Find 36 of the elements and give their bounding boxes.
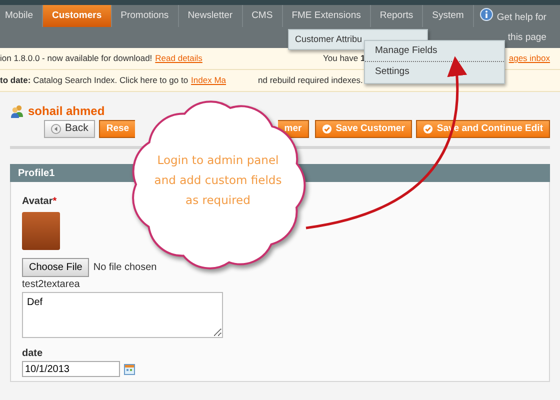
nav-tab[interactable]: System xyxy=(423,5,474,27)
users-icon xyxy=(10,104,24,118)
field-label: Avatar* xyxy=(22,195,57,209)
check-icon xyxy=(322,124,332,134)
help-icon[interactable] xyxy=(480,8,493,21)
text-area[interactable]: Def xyxy=(22,292,223,338)
nav-tab[interactable]: Promotions xyxy=(112,5,179,27)
notice-text: to date: Catalog Search Index. Click here to go to xyxy=(0,74,188,87)
customer-name: sohail ahmed xyxy=(28,103,105,120)
nav-tab[interactable]: Reports xyxy=(370,5,424,27)
calendar-icon[interactable] xyxy=(124,364,135,374)
notice-link[interactable]: Index Ma xyxy=(191,74,226,87)
help-link[interactable]: Get help for xyxy=(496,8,546,28)
menu-item[interactable]: Customer Attribu xyxy=(289,30,362,50)
check-icon xyxy=(422,124,433,134)
nav-tab[interactable]: CMS xyxy=(242,5,283,27)
menu-item[interactable]: Settings xyxy=(365,61,504,82)
action-button[interactable]: Save Customer xyxy=(314,120,412,138)
notice-link[interactable]: Read details xyxy=(155,52,202,65)
avatar-thumbnail xyxy=(22,212,60,250)
menu-item[interactable]: Manage Fields xyxy=(365,41,504,62)
nav-tab[interactable]: Customers xyxy=(43,5,112,27)
notice-text: ion 1.8.0.0 - now available for download! xyxy=(0,52,152,65)
nav-tab[interactable]: Newsletter xyxy=(178,5,243,27)
date-input[interactable]: 10/1/2013 xyxy=(22,361,120,377)
field-label: date xyxy=(22,347,43,361)
help-link[interactable]: this page xyxy=(508,28,546,48)
notice-text: nd rebuild required indexes. xyxy=(258,74,363,87)
nav-tab[interactable]: FME Extensions xyxy=(282,5,371,27)
notice-link[interactable]: ages inbox xyxy=(508,52,550,65)
callout-text: as required xyxy=(184,192,252,209)
action-button[interactable]: Back xyxy=(44,120,96,138)
field-label: test2textarea xyxy=(22,278,80,292)
choose-file-button[interactable]: Choose File xyxy=(22,258,90,277)
file-status: No file chosen xyxy=(93,261,157,275)
action-button[interactable]: Rese xyxy=(99,120,136,138)
